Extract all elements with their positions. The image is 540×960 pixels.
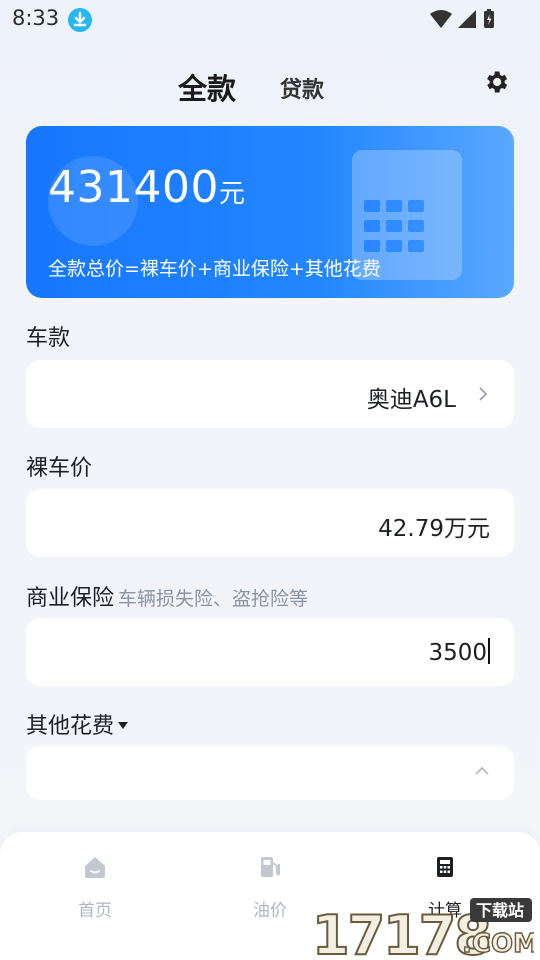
other-expenses-label: 其他花费 — [26, 714, 115, 739]
tab-full-payment[interactable]: 全款 — [178, 66, 236, 108]
insurance-input[interactable]: 3500 — [26, 618, 514, 686]
total-price-value: 431400 — [48, 162, 219, 213]
chevron-up-icon[interactable] — [474, 766, 490, 776]
chevron-right-icon — [479, 387, 488, 401]
mode-tabs: 全款 贷款 — [0, 62, 540, 114]
bare-price-field[interactable]: 42.79万元 — [26, 489, 514, 557]
car-model-label: 车款 — [26, 326, 71, 351]
battery-icon — [484, 9, 494, 28]
price-formula: 全款总价=裸车价+商业保险+其他花费 — [48, 258, 381, 280]
watermark-site: 下载站 — [476, 901, 524, 920]
text-cursor — [488, 638, 490, 664]
bare-price-label: 裸车价 — [26, 456, 93, 481]
signal-icon — [458, 10, 476, 28]
home-icon — [85, 857, 105, 878]
gear-icon[interactable] — [482, 68, 510, 96]
status-bar: 8:33 — [0, 0, 540, 38]
car-model-value: 奥迪A6L — [366, 387, 456, 413]
tab-loan[interactable]: 贷款 — [280, 72, 324, 104]
insurance-value-wrap: 3500 — [428, 638, 490, 666]
total-price-unit: 元 — [218, 179, 246, 209]
total-price: 431400元 — [48, 162, 245, 213]
nav-label-home: 首页 — [78, 901, 112, 921]
other-expenses-panel[interactable] — [26, 746, 514, 800]
fuel-icon — [261, 857, 280, 877]
download-icon — [68, 8, 92, 32]
insurance-label-text: 商业保险 — [26, 586, 115, 611]
bare-price-value: 42.79万元 — [378, 516, 490, 542]
system-icons — [428, 8, 498, 34]
calculator-icon — [437, 857, 453, 877]
wifi-icon — [430, 10, 452, 28]
watermark-domain: .COM — [462, 929, 534, 958]
nav-item-home[interactable]: 首页 — [35, 854, 155, 921]
insurance-hint: 车辆损失险、盗抢险等 — [118, 588, 309, 610]
insurance-value: 3500 — [428, 640, 487, 666]
insurance-label: 商业保险 车辆损失险、盗抢险等 — [26, 580, 308, 612]
car-model-selector[interactable]: 奥迪A6L — [26, 360, 514, 428]
other-expenses-toggle[interactable]: 其他花费 — [26, 708, 129, 740]
watermark-logo: 17178 下载站 .COM — [312, 898, 534, 958]
status-time: 8:33 — [12, 6, 60, 30]
caret-down-icon — [118, 722, 129, 729]
total-price-card: 431400元 全款总价=裸车价+商业保险+其他花费 — [26, 126, 514, 298]
